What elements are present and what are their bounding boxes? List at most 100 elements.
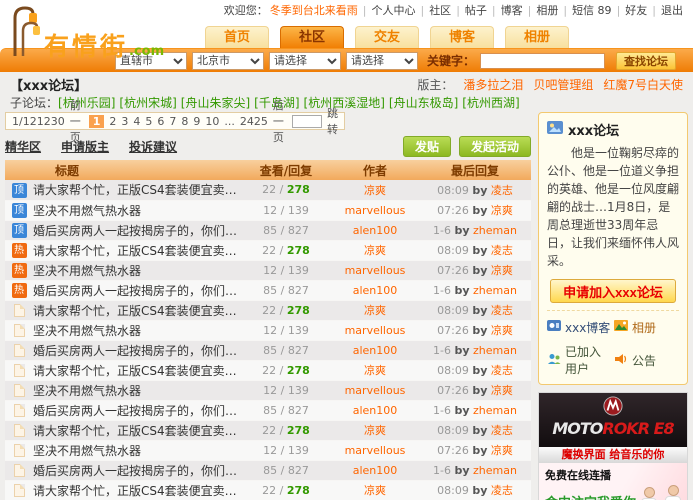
topbar-link[interactable]: 社区 [429, 4, 451, 17]
topic-title-link[interactable]: 坚决不用燃气热水器 [33, 264, 141, 278]
search-forum-button[interactable]: 查找论坛 [616, 51, 677, 70]
sidebar-link-members[interactable]: 已加入用户 [547, 343, 612, 377]
topic-title-link[interactable]: 请大家帮个忙，正版CS4套装便宜卖给需要的公司和个人 [33, 244, 241, 258]
nav-tab[interactable]: 社区 [280, 26, 344, 48]
topic-title-link[interactable]: 婚后买房两人一起按揭房子的，你们会不会写上老婆的名字？ [33, 224, 241, 238]
last-replier-link[interactable]: 凉爽 [491, 444, 513, 457]
topic-author-link[interactable]: 凉爽 [364, 364, 386, 377]
site-logo[interactable]: 有情街 .com [8, 4, 164, 59]
page-jump-link[interactable]: 跳转 [327, 105, 338, 137]
last-replier-link[interactable]: 凉爽 [491, 324, 513, 337]
sidebar-link-announcements[interactable]: 公告 [614, 343, 679, 377]
last-replier-link[interactable]: 凌志 [491, 184, 513, 197]
region-select[interactable]: 请选择 [269, 51, 341, 70]
topic-author-link[interactable]: alen100 [353, 284, 398, 297]
topbar-link[interactable]: 博客 [501, 4, 523, 17]
sidebar-link-album[interactable]: 相册 [614, 319, 679, 336]
topic-author-link[interactable]: alen100 [353, 404, 398, 417]
topic-title-link[interactable]: 婚后买房两人一起按揭房子的，你们会不会写上老婆的名字？ [33, 404, 241, 418]
topic-author-link[interactable]: alen100 [353, 344, 398, 357]
topic-title-link[interactable]: 请大家帮个忙，正版CS4套装便宜卖给需要的公司和个人 [33, 424, 241, 438]
topic-title-link[interactable]: 请大家帮个忙，正版CS4套装便宜卖给需要的公司和个人 [33, 183, 241, 197]
page-link[interactable]: 10 [205, 115, 219, 128]
topbar-link[interactable]: 相册 [536, 4, 558, 17]
topic-author-link[interactable]: 凉爽 [364, 484, 386, 497]
topic-title-link[interactable]: 婚后买房两人一起按揭房子的，你们会不会写上老婆的名字？ [33, 464, 241, 478]
topic-author-link[interactable]: marvellous [345, 204, 406, 217]
subforum-link[interactable]: [杭州西溪湿地] [304, 96, 385, 110]
nav-tab[interactable]: 交友 [355, 26, 419, 48]
last-replier-link[interactable]: 凌志 [491, 424, 513, 437]
region-select[interactable]: 请选择 [346, 51, 418, 70]
topic-author-link[interactable]: alen100 [353, 464, 398, 477]
last-replier-link[interactable]: zheman [473, 284, 517, 297]
new-activity-button[interactable]: 发起活动 [458, 135, 531, 157]
subforum-link[interactable]: [杭州西湖] [462, 96, 519, 110]
last-replier-link[interactable]: 凌志 [491, 484, 513, 497]
topbar-link[interactable]: 帖子 [465, 4, 487, 17]
moderator-link[interactable]: 红魔7号白天使 [603, 78, 683, 92]
next-page-link[interactable]: 后一页 [273, 97, 287, 145]
page-link[interactable]: 9 [193, 115, 200, 128]
subforum-link[interactable]: [舟山朱家尖] [181, 96, 250, 110]
page-link[interactable]: 7 [169, 115, 176, 128]
topic-author-link[interactable]: 凉爽 [364, 304, 386, 317]
topic-author-link[interactable]: marvellous [345, 264, 406, 277]
topic-title-link[interactable]: 坚决不用燃气热水器 [33, 384, 141, 398]
last-replier-link[interactable]: 凌志 [491, 304, 513, 317]
motorola-ad-banner[interactable]: MOTOROKR E8 魔换界面 给音乐的你 免费在线连播 命中注定我爱你 [538, 392, 688, 500]
topic-author-link[interactable]: marvellous [345, 444, 406, 457]
page-link[interactable]: 8 [181, 115, 188, 128]
last-replier-link[interactable]: 凉爽 [491, 264, 513, 277]
toolbar-link[interactable]: 精华区 [5, 140, 41, 154]
sidebar-link-blog[interactable]: xxx博客 [547, 319, 612, 336]
topic-title-link[interactable]: 请大家帮个忙，正版CS4套装便宜卖给需要的公司和个人 [33, 304, 241, 318]
keyword-input[interactable] [480, 52, 606, 69]
topic-author-link[interactable]: marvellous [345, 384, 406, 397]
topic-author-link[interactable]: 凉爽 [364, 424, 386, 437]
region-select[interactable]: 北京市 [192, 51, 264, 70]
topic-title-link[interactable]: 坚决不用燃气热水器 [33, 444, 141, 458]
last-replier-link[interactable]: 凌志 [491, 364, 513, 377]
subforum-link[interactable]: [舟山东极岛] [389, 96, 458, 110]
last-replier-link[interactable]: 凌志 [491, 244, 513, 257]
nav-tab[interactable]: 首页 [205, 26, 269, 48]
page-jump-input[interactable] [291, 114, 322, 128]
drama-promo-image[interactable]: 免费在线连播 命中注定我爱你 [539, 463, 687, 500]
topic-title-link[interactable]: 请大家帮个忙，正版CS4套装便宜卖给需要的公司和个人 [33, 364, 241, 378]
topbar-link[interactable]: 好友 [625, 4, 647, 17]
last-replier-link[interactable]: zheman [473, 224, 517, 237]
toolbar-link[interactable]: 申请版主 [61, 140, 109, 154]
page-link[interactable]: 6 [157, 115, 164, 128]
topic-author-link[interactable]: 凉爽 [364, 184, 386, 197]
topic-author-link[interactable]: alen100 [353, 224, 398, 237]
topbar-link[interactable]: 退出 [661, 4, 683, 17]
topbar-link[interactable]: 短信 89 [572, 4, 612, 17]
last-replier-link[interactable]: 凉爽 [491, 384, 513, 397]
topic-author-link[interactable]: marvellous [345, 324, 406, 337]
last-replier-link[interactable]: zheman [473, 344, 517, 357]
page-link[interactable]: 4 [133, 115, 140, 128]
last-replier-link[interactable]: 凉爽 [491, 204, 513, 217]
topic-title-link[interactable]: 请大家帮个忙，正版CS4套装便宜卖给需要的公司和个人 [33, 484, 241, 498]
new-post-button[interactable]: 发贴 [402, 135, 451, 157]
toolbar-link[interactable]: 投诉建议 [129, 140, 177, 154]
topic-title-link[interactable]: 婚后买房两人一起按揭房子的，你们会不会写上老婆的名字？ [33, 344, 241, 358]
last-replier-link[interactable]: zheman [473, 464, 517, 477]
nav-tab[interactable]: 博客 [430, 26, 494, 48]
moderator-link[interactable]: 潘多拉之泪 [463, 78, 523, 92]
subforum-link[interactable]: [杭州乐园] [58, 96, 115, 110]
topic-title-link[interactable]: 婚后买房两人一起按揭房子的，你们会不会写上老婆的名字？ [33, 284, 241, 298]
last-replier-link[interactable]: zheman [473, 404, 517, 417]
join-forum-button[interactable]: 申请加入xxx论坛 [550, 279, 676, 303]
topic-title-link[interactable]: 坚决不用燃气热水器 [33, 204, 141, 218]
topic-title-link[interactable]: 坚决不用燃气热水器 [33, 324, 141, 338]
page-link[interactable]: 5 [145, 115, 152, 128]
topic-author-link[interactable]: 凉爽 [364, 244, 386, 257]
page-link[interactable]: 3 [121, 115, 128, 128]
last-page-link[interactable]: 2425 [240, 115, 268, 128]
topbar-link[interactable]: 个人中心 [371, 4, 415, 17]
nav-tab[interactable]: 相册 [505, 26, 569, 48]
page-link[interactable]: 2 [109, 115, 116, 128]
moderator-link[interactable]: 贝吧管理组 [533, 78, 593, 92]
